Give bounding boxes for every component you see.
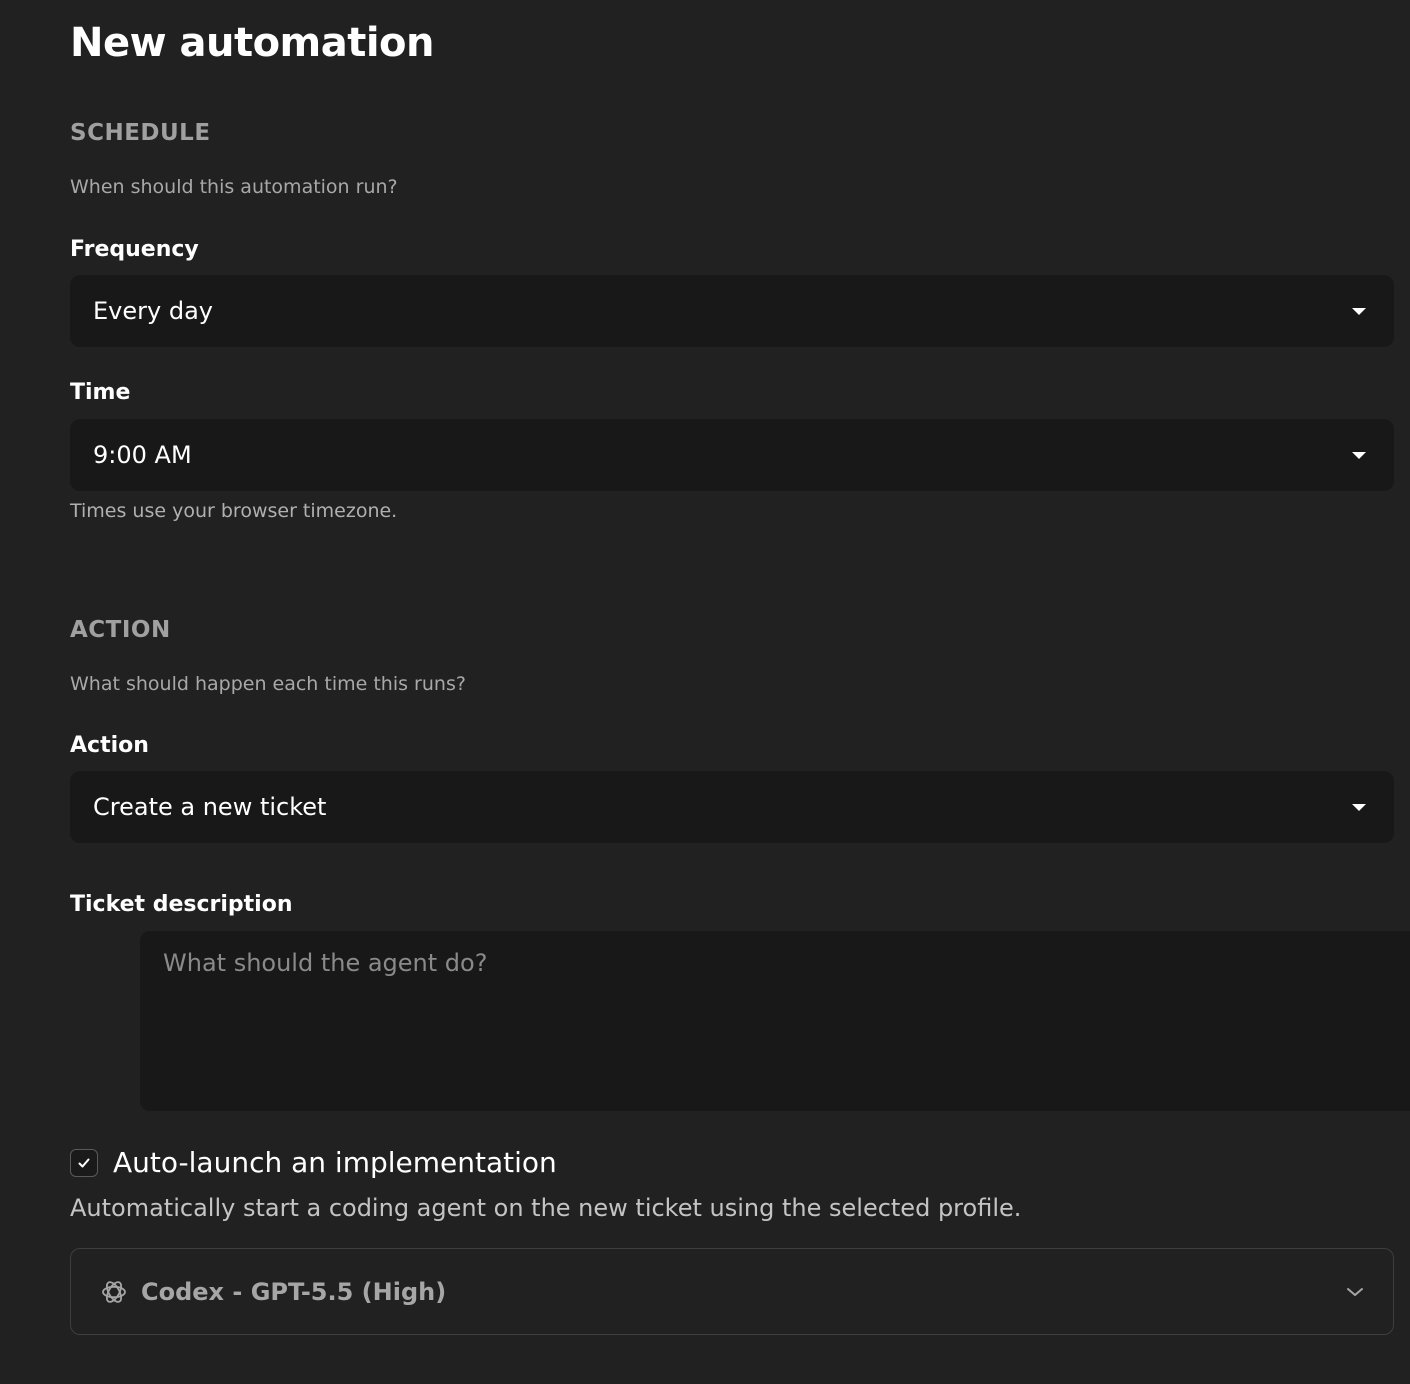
frequency-label: Frequency — [70, 237, 199, 262]
profile-select[interactable]: Codex - GPT-5.5 (High) — [70, 1248, 1394, 1335]
chevron-down-icon — [1347, 1287, 1363, 1296]
action-label: Action — [70, 733, 149, 758]
caret-down-icon — [1352, 307, 1366, 315]
auto-launch-label[interactable]: Auto-launch an implementation — [113, 1146, 557, 1179]
action-subheading: What should happen each time this runs? — [70, 673, 466, 695]
caret-down-icon — [1352, 803, 1366, 811]
schedule-heading: SCHEDULE — [70, 120, 211, 146]
caret-down-icon — [1352, 451, 1366, 459]
page-title: New automation — [70, 20, 435, 66]
openai-icon — [102, 1280, 126, 1303]
time-label: Time — [70, 380, 131, 405]
timezone-hint: Times use your browser timezone. — [70, 500, 398, 522]
profile-value-group: Codex - GPT-5.5 (High) — [99, 1277, 446, 1307]
frequency-value: Every day — [93, 297, 213, 325]
action-heading: ACTION — [70, 617, 171, 643]
time-select[interactable]: 9:00 AM — [70, 419, 1394, 491]
frequency-select[interactable]: Every day — [70, 275, 1394, 347]
new-automation-form: New automation SCHEDULE When should this… — [0, 0, 1410, 1384]
ticket-description-textarea[interactable]: What should the agent do? — [140, 931, 1410, 1111]
time-value: 9:00 AM — [93, 441, 192, 469]
ticket-description-placeholder: What should the agent do? — [163, 949, 488, 977]
auto-launch-row: Auto-launch an implementation — [70, 1146, 557, 1179]
action-value: Create a new ticket — [93, 793, 327, 821]
auto-launch-description: Automatically start a coding agent on th… — [70, 1194, 1022, 1222]
schedule-subheading: When should this automation run? — [70, 176, 398, 198]
action-select[interactable]: Create a new ticket — [70, 771, 1394, 843]
ticket-description-label: Ticket description — [70, 892, 293, 917]
checkmark-icon — [78, 1158, 90, 1167]
auto-launch-checkbox[interactable] — [70, 1148, 98, 1177]
profile-value: Codex - GPT-5.5 (High) — [141, 1277, 447, 1306]
